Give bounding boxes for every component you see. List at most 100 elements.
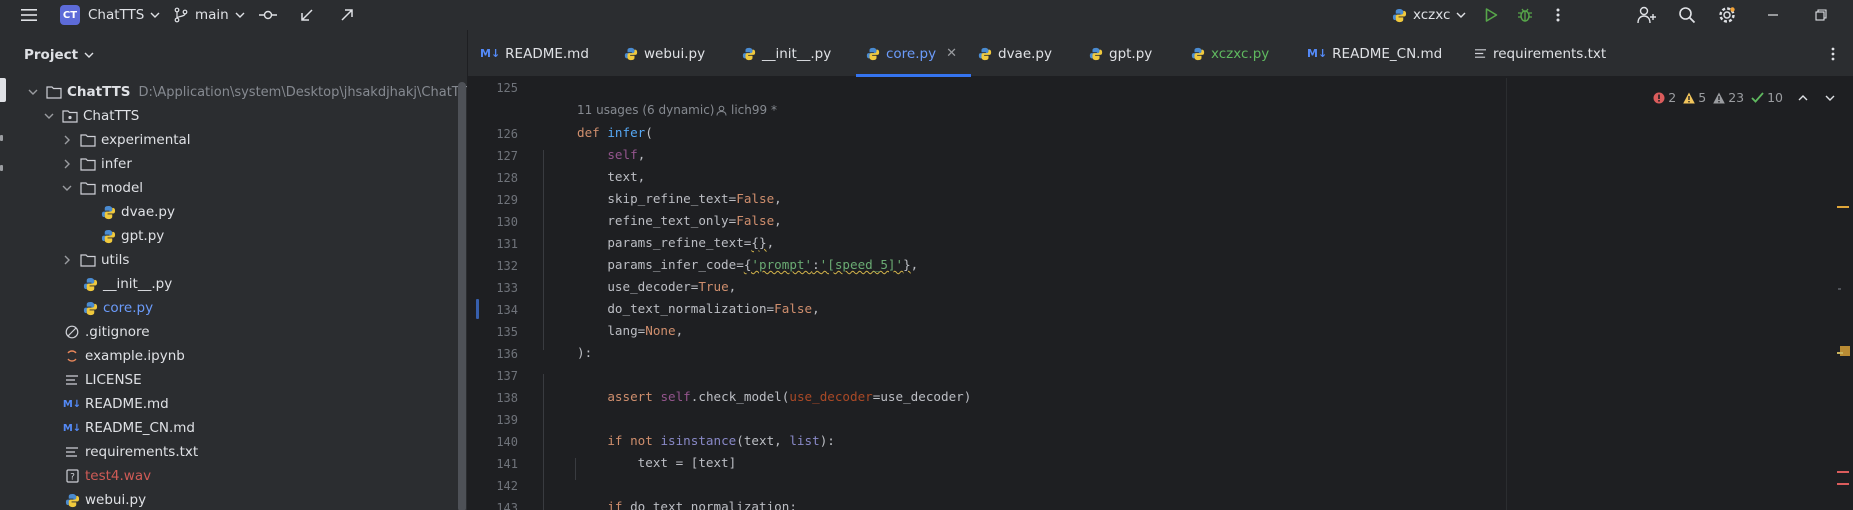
- python-icon: [624, 47, 638, 60]
- python-file-icon: [82, 300, 98, 316]
- warning-stripe-marker[interactable]: [1837, 206, 1849, 208]
- tree-item-folder[interactable]: model: [58, 176, 143, 200]
- add-user-button[interactable]: [1637, 0, 1657, 30]
- tab-core[interactable]: core.py ✕: [856, 30, 971, 77]
- chevron-down-icon: [40, 113, 58, 119]
- tree-item-file[interactable]: __init__.py: [82, 272, 172, 296]
- tree-item-file[interactable]: ? test4.wav: [64, 464, 151, 488]
- debug-button[interactable]: [1517, 0, 1533, 30]
- project-scrollbar[interactable]: [458, 82, 466, 510]
- info-stripe-marker[interactable]: [1838, 288, 1841, 290]
- more-actions-button[interactable]: [1555, 0, 1561, 30]
- close-icon[interactable]: ✕: [946, 46, 957, 61]
- tree-item-file[interactable]: LICENSE: [64, 368, 142, 392]
- indent-guide: [543, 374, 544, 510]
- chevron-up-icon[interactable]: [1798, 94, 1808, 101]
- tab-readme[interactable]: M↓ README.md: [480, 30, 589, 77]
- branch-switcher[interactable]: main: [173, 0, 245, 30]
- tab-init[interactable]: __init__.py: [742, 30, 831, 77]
- tree-item-folder[interactable]: ChatTTS: [40, 104, 139, 128]
- tab-dvae[interactable]: dvae.py: [978, 30, 1052, 77]
- code-editor[interactable]: 125 126 127 128 129 130 131 132 133 134 …: [468, 78, 1853, 510]
- tree-item-label: example.ipynb: [85, 348, 185, 364]
- code-line: def infer(: [577, 125, 653, 140]
- push-button[interactable]: [339, 0, 355, 30]
- tree-item-file[interactable]: M↓ README_CN.md: [63, 416, 196, 440]
- tree-item-label: requirements.txt: [85, 444, 199, 460]
- error-stripe-marker[interactable]: [1837, 483, 1849, 485]
- restore-icon: [1815, 9, 1827, 21]
- tool-button[interactable]: [0, 165, 3, 171]
- commit-button[interactable]: [258, 0, 278, 30]
- tab-webui[interactable]: webui.py: [624, 30, 705, 77]
- tab-readme-cn[interactable]: M↓ README_CN.md: [1307, 30, 1442, 77]
- tree-item-folder[interactable]: utils: [58, 248, 129, 272]
- line-number: 126: [496, 127, 518, 141]
- line-number: 137: [496, 369, 518, 383]
- tree-item-file[interactable]: dvae.py: [100, 200, 175, 224]
- tree-root[interactable]: ChatTTS D:\Application\system\Desktop\jh…: [24, 80, 467, 104]
- update-button[interactable]: [299, 0, 315, 30]
- tree-item-file[interactable]: example.ipynb: [64, 344, 185, 368]
- warning-count[interactable]: 5: [1683, 90, 1706, 105]
- search-button[interactable]: [1678, 0, 1696, 30]
- line-number: 127: [496, 149, 518, 163]
- project-panel-header[interactable]: Project: [24, 47, 94, 63]
- project-tool-button[interactable]: [0, 78, 6, 102]
- chevron-right-icon: [58, 255, 76, 265]
- chevron-down-icon: [235, 12, 245, 18]
- minimize-button[interactable]: [1767, 0, 1779, 30]
- tab-label: README.md: [505, 45, 589, 62]
- chevron-down-icon: [150, 12, 160, 18]
- minimize-icon: [1768, 14, 1778, 16]
- tree-item-label: README_CN.md: [85, 420, 196, 436]
- tab-requirements[interactable]: requirements.txt: [1474, 30, 1606, 77]
- folder-icon: [80, 156, 96, 172]
- more-icon: [1556, 8, 1560, 22]
- warning-icon: [1683, 92, 1696, 103]
- warning-stripe-marker[interactable]: [1837, 352, 1843, 354]
- project-switcher[interactable]: CT ChatTTS: [60, 0, 160, 30]
- tree-item-file[interactable]: requirements.txt: [64, 440, 198, 464]
- author-inlay[interactable]: lich99 *: [716, 103, 777, 117]
- error-count[interactable]: 2: [1653, 90, 1676, 105]
- chevron-down-icon[interactable]: [1825, 95, 1835, 101]
- markdown-icon: M↓: [62, 398, 82, 410]
- error-stripe-marker[interactable]: [1837, 471, 1849, 473]
- ok-count[interactable]: 10: [1751, 90, 1783, 105]
- tree-item-file-selected[interactable]: core.py: [82, 296, 153, 320]
- tree-item-file[interactable]: M↓ README.md: [62, 392, 169, 416]
- chevron-right-icon: [58, 159, 76, 169]
- run-button[interactable]: [1483, 0, 1499, 30]
- update-icon: [301, 9, 313, 21]
- change-marker[interactable]: [476, 299, 479, 319]
- chevron-down-icon: [58, 185, 76, 191]
- usages-hint: 11 usages (6 dynamic): [577, 103, 715, 117]
- author-hint: lich99 *: [731, 103, 777, 117]
- warning-stripe-marker[interactable]: [1840, 346, 1850, 356]
- folder-icon: [80, 132, 96, 148]
- tree-item-folder[interactable]: experimental: [58, 128, 191, 152]
- code-line: refine_text_only=False,: [577, 213, 782, 228]
- tree-item-folder[interactable]: infer: [58, 152, 132, 176]
- settings-button[interactable]: [1717, 0, 1737, 30]
- run-config-selector[interactable]: xczxc: [1392, 0, 1466, 30]
- line-number: 142: [496, 479, 518, 493]
- menu-button[interactable]: [20, 0, 38, 30]
- tree-item-file[interactable]: gpt.py: [100, 224, 164, 248]
- tabs-more-button[interactable]: [1830, 30, 1836, 77]
- inspections-widget[interactable]: 2 5 23 10: [1653, 90, 1835, 105]
- python-file-icon: [100, 228, 116, 244]
- tab-gpt[interactable]: gpt.py: [1089, 30, 1152, 77]
- code-line: params_refine_text={},: [577, 235, 775, 250]
- restore-button[interactable]: [1815, 0, 1827, 30]
- tree-item-file[interactable]: .gitignore: [64, 320, 150, 344]
- notebook-icon: [64, 348, 80, 364]
- tab-xczxc[interactable]: xczxc.py: [1191, 30, 1269, 77]
- tool-button[interactable]: [0, 135, 3, 141]
- tree-item-file[interactable]: webui.py: [64, 488, 146, 510]
- tree-item-label: test4.wav: [85, 468, 152, 484]
- tree-item-label: gpt.py: [121, 228, 165, 244]
- usages-inlay[interactable]: 11 usages (6 dynamic): [577, 103, 714, 117]
- weak-warning-count[interactable]: 23: [1713, 90, 1744, 105]
